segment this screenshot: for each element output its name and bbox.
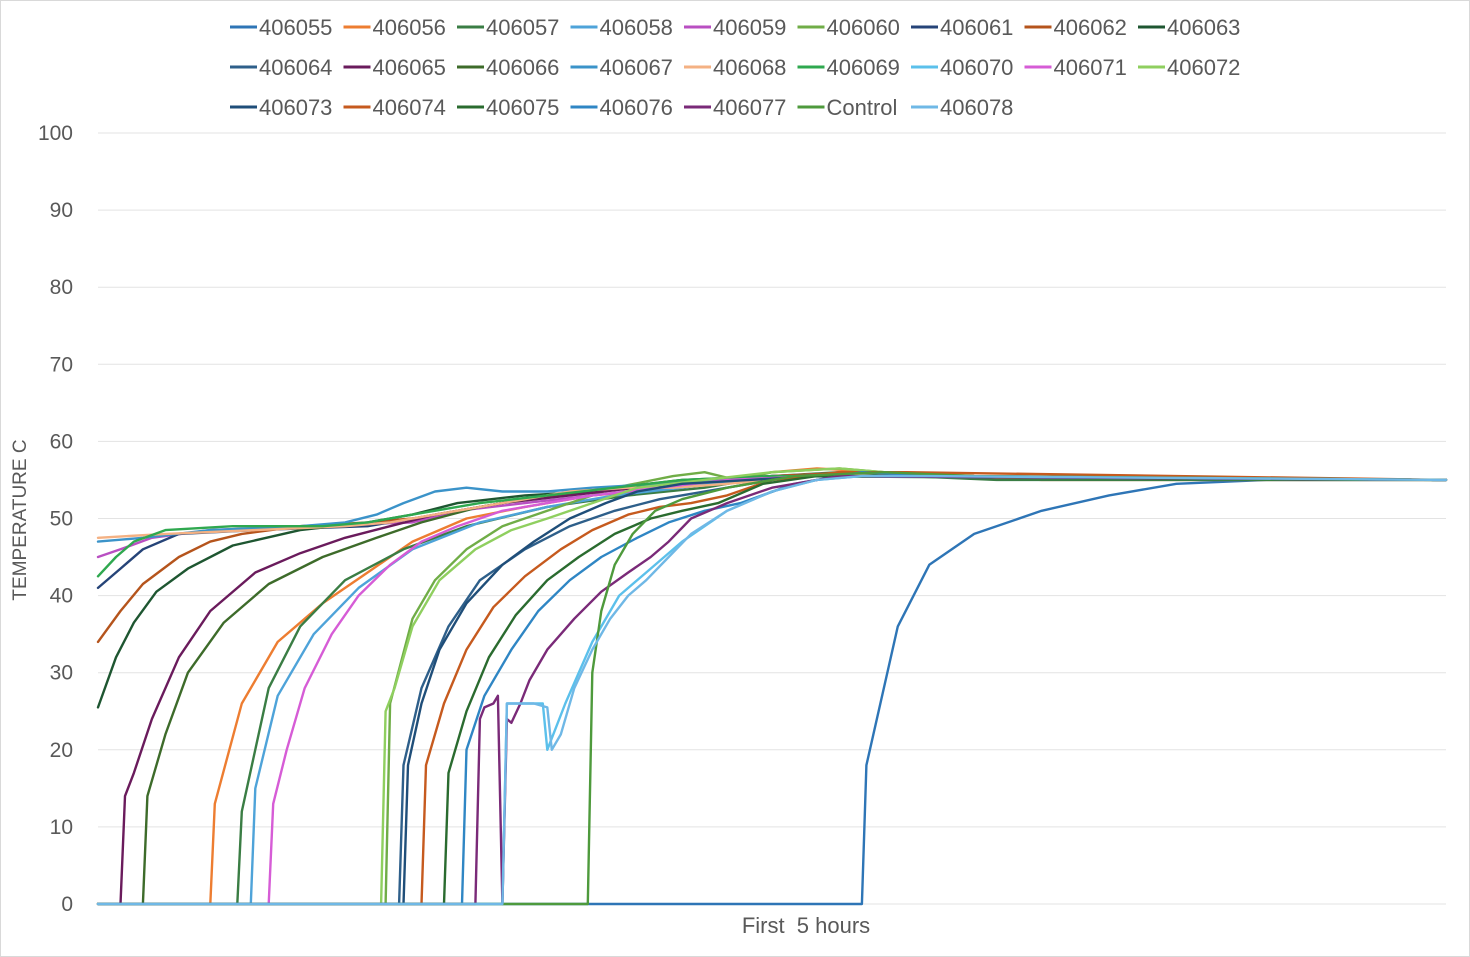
legend-item-406077: 406077 — [684, 95, 786, 120]
legend-item-406058: 406058 — [570, 15, 673, 40]
gridlines — [98, 132, 1446, 905]
y-axis-tick-labels: 0 10 20 30 40 50 60 70 80 90 100 — [38, 122, 73, 916]
legend-item-406074: 406074 — [343, 95, 446, 120]
legend-item-406072: 406072 — [1138, 55, 1240, 80]
series-line-406071 — [96, 474, 1448, 906]
y-tick-label: 60 — [50, 430, 73, 453]
legend-item-406068: 406068 — [684, 55, 786, 80]
legend-label: 406076 — [600, 95, 673, 120]
legend-label: 406073 — [259, 95, 332, 120]
line-chart: 0102030405060708090100 406055 406056 40605… — [0, 0, 1470, 957]
series-line-406059 — [96, 471, 1448, 559]
series-line-406060 — [96, 467, 1448, 906]
legend-label: 406059 — [713, 15, 786, 40]
legend-label: 406065 — [373, 55, 446, 80]
legend-label: 406064 — [259, 55, 332, 80]
series-line-406076 — [96, 471, 1448, 906]
y-tick-label: 30 — [50, 662, 73, 685]
legend-label: Control — [827, 95, 898, 120]
legend-item-406063: 406063 — [1138, 15, 1240, 40]
legend-item-406067: 406067 — [570, 55, 673, 80]
legend-label: 406058 — [600, 15, 673, 40]
series-line-406067 — [96, 474, 1448, 543]
legend-item-406057: 406057 — [457, 15, 559, 40]
legend-label: 406070 — [940, 55, 1013, 80]
legend-label: 406068 — [713, 55, 786, 80]
legend-label: 406056 — [373, 15, 446, 40]
y-tick-label: 0 — [61, 893, 73, 916]
legend-item-406073: 406073 — [230, 95, 332, 120]
legend-label: 406063 — [1167, 15, 1240, 40]
y-axis-label: TEMPERATURE C — [10, 439, 31, 600]
legend: 406055 406056 406057 406058 406059 406060 4060… — [230, 15, 1240, 120]
series-line-406066 — [96, 474, 1448, 906]
legend-item-406078: 406078 — [911, 95, 1013, 120]
series-line-406062 — [96, 471, 1448, 644]
y-tick-label: 100 — [38, 122, 73, 145]
legend-item-406075: 406075 — [457, 95, 559, 120]
legend-item-406059: 406059 — [684, 15, 786, 40]
legend-item-406062: 406062 — [1024, 15, 1127, 40]
series-line-406070 — [96, 474, 1448, 906]
series-line-406077 — [96, 474, 1448, 906]
legend-item-406069: 406069 — [797, 55, 900, 80]
series-line-406065 — [96, 474, 1448, 906]
series-line-406064 — [96, 471, 1448, 906]
legend-label: 406077 — [713, 95, 786, 120]
legend-label: 406074 — [373, 95, 446, 120]
legend-label: 406057 — [486, 15, 559, 40]
legend-label: 406072 — [1167, 55, 1240, 80]
series-line-406058 — [96, 471, 1448, 906]
legend-label: 406062 — [1054, 15, 1127, 40]
y-tick-label: 20 — [50, 739, 73, 762]
series-line-406057 — [96, 471, 1448, 906]
x-axis-label: First 5 hours — [742, 913, 870, 938]
y-tick-label: 50 — [50, 508, 73, 531]
series-line-406072 — [96, 467, 1448, 906]
legend-item-406065: 406065 — [343, 55, 446, 80]
y-tick-label: 80 — [50, 276, 73, 299]
legend-label: 406055 — [259, 15, 332, 40]
legend-item-406060: 406060 — [797, 15, 900, 40]
y-tick-label: 70 — [50, 353, 73, 376]
legend-item-406061: 406061 — [911, 15, 1013, 40]
legend-label: 406078 — [940, 95, 1013, 120]
legend-item-406064: 406064 — [230, 55, 332, 80]
series-line-406073 — [96, 474, 1448, 906]
legend-label: 406060 — [827, 15, 900, 40]
legend-item-Control: Control — [797, 95, 898, 120]
legend-label: 406066 — [486, 55, 559, 80]
legend-item-406070: 406070 — [911, 55, 1013, 80]
y-tick-label: 90 — [50, 199, 73, 222]
y-tick-label: 10 — [50, 816, 73, 839]
legend-item-406066: 406066 — [457, 55, 559, 80]
series-line-406056 — [96, 467, 1448, 906]
series-line-Control — [96, 471, 1448, 906]
plot-area — [96, 467, 1448, 906]
legend-item-406076: 406076 — [570, 95, 673, 120]
legend-label: 406069 — [827, 55, 900, 80]
legend-item-406071: 406071 — [1024, 55, 1127, 80]
series-line-406055 — [96, 478, 1448, 906]
legend-label: 406067 — [600, 55, 673, 80]
legend-label: 406061 — [940, 15, 1013, 40]
legend-item-406056: 406056 — [343, 15, 446, 40]
y-tick-label: 40 — [50, 585, 73, 608]
series-line-406075 — [96, 474, 1448, 906]
legend-label: 406071 — [1054, 55, 1127, 80]
legend-label: 406075 — [486, 95, 559, 120]
series-line-406078 — [96, 474, 1448, 906]
series-line-406074 — [96, 471, 1448, 906]
legend-item-406055: 406055 — [230, 15, 332, 40]
